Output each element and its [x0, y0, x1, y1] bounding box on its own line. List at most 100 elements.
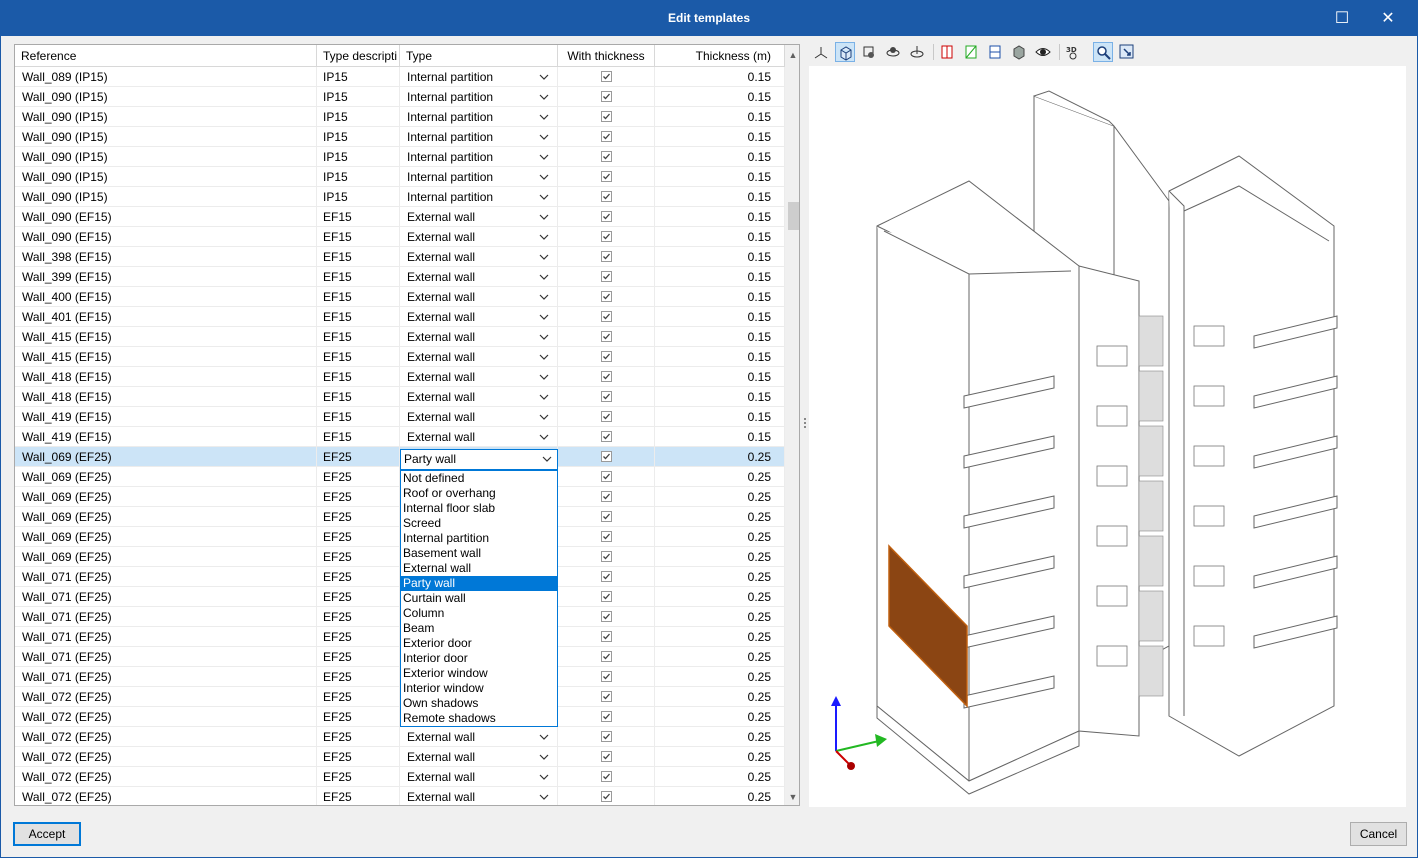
with-thickness-checkbox[interactable]: [600, 551, 612, 563]
dropdown-option[interactable]: Party wall: [401, 576, 557, 591]
close-icon[interactable]: ✕: [1365, 1, 1411, 36]
thickness-cell[interactable]: 0.25: [655, 747, 785, 767]
type-cell[interactable]: Internal partition: [400, 147, 558, 167]
3d-icon[interactable]: 3D: [1063, 42, 1083, 62]
with-thickness-checkbox[interactable]: [600, 71, 612, 83]
thickness-cell[interactable]: 0.15: [655, 207, 785, 227]
thickness-cell[interactable]: 0.15: [655, 387, 785, 407]
type-cell[interactable]: External wall: [400, 367, 558, 387]
with-thickness-checkbox[interactable]: [600, 431, 612, 443]
type-cell[interactable]: External wall: [400, 327, 558, 347]
accept-button[interactable]: Accept: [13, 822, 81, 846]
type-cell[interactable]: External wall: [400, 227, 558, 247]
with-thickness-checkbox[interactable]: [600, 511, 612, 523]
thickness-cell[interactable]: 0.25: [655, 587, 785, 607]
chevron-down-icon[interactable]: [537, 90, 551, 104]
table-row[interactable]: Wall_400 (EF15) EF15 External wall 0.15: [15, 287, 785, 307]
chevron-down-icon[interactable]: [537, 730, 551, 744]
table-row[interactable]: Wall_415 (EF15) EF15 External wall 0.15: [15, 347, 785, 367]
with-thickness-checkbox[interactable]: [600, 131, 612, 143]
thickness-cell[interactable]: 0.15: [655, 107, 785, 127]
with-thickness-checkbox[interactable]: [600, 111, 612, 123]
thickness-cell[interactable]: 0.25: [655, 507, 785, 527]
chevron-down-icon[interactable]: [537, 210, 551, 224]
with-thickness-checkbox[interactable]: [600, 331, 612, 343]
with-thickness-checkbox[interactable]: [600, 791, 612, 803]
type-cell[interactable]: External wall: [400, 287, 558, 307]
with-thickness-checkbox[interactable]: [600, 751, 612, 763]
table-row[interactable]: Wall_089 (IP15) IP15 Internal partition 0.1…: [15, 67, 785, 87]
chevron-down-icon[interactable]: [537, 430, 551, 444]
table-row[interactable]: Wall_419 (EF15) EF15 External wall 0.15: [15, 427, 785, 447]
type-cell[interactable]: External wall: [400, 347, 558, 367]
dropdown-option[interactable]: Column: [401, 606, 557, 621]
type-cell[interactable]: Internal partition: [400, 87, 558, 107]
axes-icon[interactable]: [811, 42, 831, 62]
type-combobox[interactable]: Party wall: [400, 449, 558, 470]
type-cell[interactable]: Internal partition: [400, 127, 558, 147]
scroll-down-icon[interactable]: ▼: [785, 789, 799, 805]
rotate-icon[interactable]: [907, 42, 927, 62]
with-thickness-checkbox[interactable]: [600, 711, 612, 723]
with-thickness-checkbox[interactable]: [600, 371, 612, 383]
type-cell[interactable]: Internal partition: [400, 187, 558, 207]
with-thickness-checkbox[interactable]: [600, 211, 612, 223]
thickness-cell[interactable]: 0.25: [655, 687, 785, 707]
dropdown-option[interactable]: Interior window: [401, 681, 557, 696]
type-cell[interactable]: External wall: [400, 247, 558, 267]
chevron-down-icon[interactable]: [537, 270, 551, 284]
thickness-cell[interactable]: 0.25: [655, 667, 785, 687]
column-header-with-thickness[interactable]: With thickness: [558, 45, 655, 67]
table-row[interactable]: Wall_090 (EF15) EF15 External wall 0.15: [15, 207, 785, 227]
thickness-cell[interactable]: 0.15: [655, 87, 785, 107]
type-cell[interactable]: External wall: [400, 387, 558, 407]
type-cell[interactable]: External wall: [400, 407, 558, 427]
thickness-cell[interactable]: 0.15: [655, 247, 785, 267]
type-cell[interactable]: External wall: [400, 727, 558, 747]
chevron-down-icon[interactable]: [537, 310, 551, 324]
chevron-down-icon[interactable]: [537, 410, 551, 424]
column-header-type-description[interactable]: Type descripti: [317, 45, 400, 67]
with-thickness-checkbox[interactable]: [600, 571, 612, 583]
chevron-down-icon[interactable]: [537, 70, 551, 84]
thickness-cell[interactable]: 0.15: [655, 267, 785, 287]
dropdown-option[interactable]: Remote shadows: [401, 711, 557, 726]
type-cell[interactable]: External wall: [400, 747, 558, 767]
thickness-cell[interactable]: 0.15: [655, 427, 785, 447]
minimize-icon[interactable]: ☐: [1319, 1, 1365, 36]
thickness-cell[interactable]: 0.25: [655, 607, 785, 627]
with-thickness-checkbox[interactable]: [600, 471, 612, 483]
orbit-icon[interactable]: [859, 42, 879, 62]
table-row[interactable]: Wall_090 (IP15) IP15 Internal partition 0.1…: [15, 127, 785, 147]
with-thickness-checkbox[interactable]: [600, 291, 612, 303]
column-header-reference[interactable]: Reference: [15, 45, 317, 67]
type-cell[interactable]: External wall: [400, 207, 558, 227]
scroll-up-icon[interactable]: ▲: [785, 47, 799, 63]
thickness-cell[interactable]: 0.15: [655, 327, 785, 347]
zoom-icon[interactable]: [1093, 42, 1113, 62]
table-row[interactable]: Wall_398 (EF15) EF15 External wall 0.15: [15, 247, 785, 267]
solid-icon[interactable]: [1009, 42, 1029, 62]
table-row[interactable]: Wall_418 (EF15) EF15 External wall 0.15: [15, 367, 785, 387]
dropdown-option[interactable]: Basement wall: [401, 546, 557, 561]
blue-face-icon[interactable]: [985, 42, 1005, 62]
dropdown-option[interactable]: Screed: [401, 516, 557, 531]
type-cell[interactable]: Internal partition: [400, 167, 558, 187]
table-row[interactable]: Wall_072 (EF25) EF25 External wall 0.25: [15, 747, 785, 767]
chevron-down-icon[interactable]: [537, 330, 551, 344]
chevron-down-icon[interactable]: [537, 250, 551, 264]
column-header-thickness[interactable]: Thickness (m): [655, 45, 785, 67]
thickness-cell[interactable]: 0.15: [655, 227, 785, 247]
thickness-cell[interactable]: 0.15: [655, 167, 785, 187]
thickness-cell[interactable]: 0.15: [655, 307, 785, 327]
thickness-cell[interactable]: 0.25: [655, 527, 785, 547]
with-thickness-checkbox[interactable]: [600, 771, 612, 783]
with-thickness-checkbox[interactable]: [600, 351, 612, 363]
with-thickness-checkbox[interactable]: [600, 691, 612, 703]
thickness-cell[interactable]: 0.25: [655, 467, 785, 487]
dropdown-option[interactable]: Internal floor slab: [401, 501, 557, 516]
chevron-down-icon[interactable]: [537, 130, 551, 144]
dropdown-option[interactable]: Curtain wall: [401, 591, 557, 606]
with-thickness-checkbox[interactable]: [600, 171, 612, 183]
building-3d-canvas[interactable]: [809, 66, 1406, 807]
